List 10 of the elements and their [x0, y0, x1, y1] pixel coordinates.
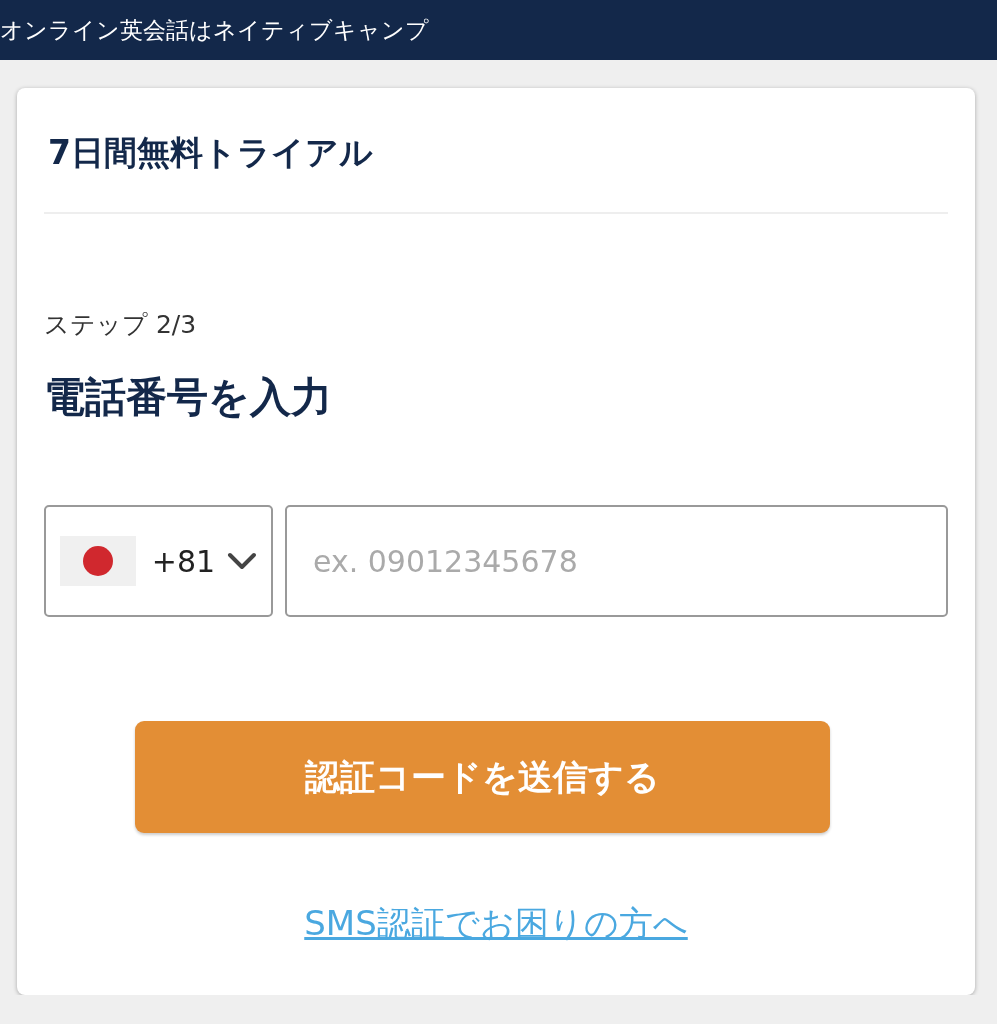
- phone-number-field[interactable]: ex. 09012345678: [285, 505, 948, 617]
- section-heading: 電話番号を入力: [44, 372, 333, 423]
- help-link[interactable]: SMS認証でお困りの方へ: [304, 901, 688, 947]
- step-label: ステップ 2/3: [44, 309, 198, 341]
- country-code-select[interactable]: +81: [44, 505, 273, 617]
- flag-icon: [60, 536, 136, 586]
- card-title: 7日間無料トライアル: [47, 132, 374, 174]
- send-code-button[interactable]: 認証コードを送信する: [135, 721, 830, 833]
- chevron-down-icon: [227, 551, 257, 571]
- site-title: オンライン英会話はネイティブキャンプ: [0, 15, 429, 45]
